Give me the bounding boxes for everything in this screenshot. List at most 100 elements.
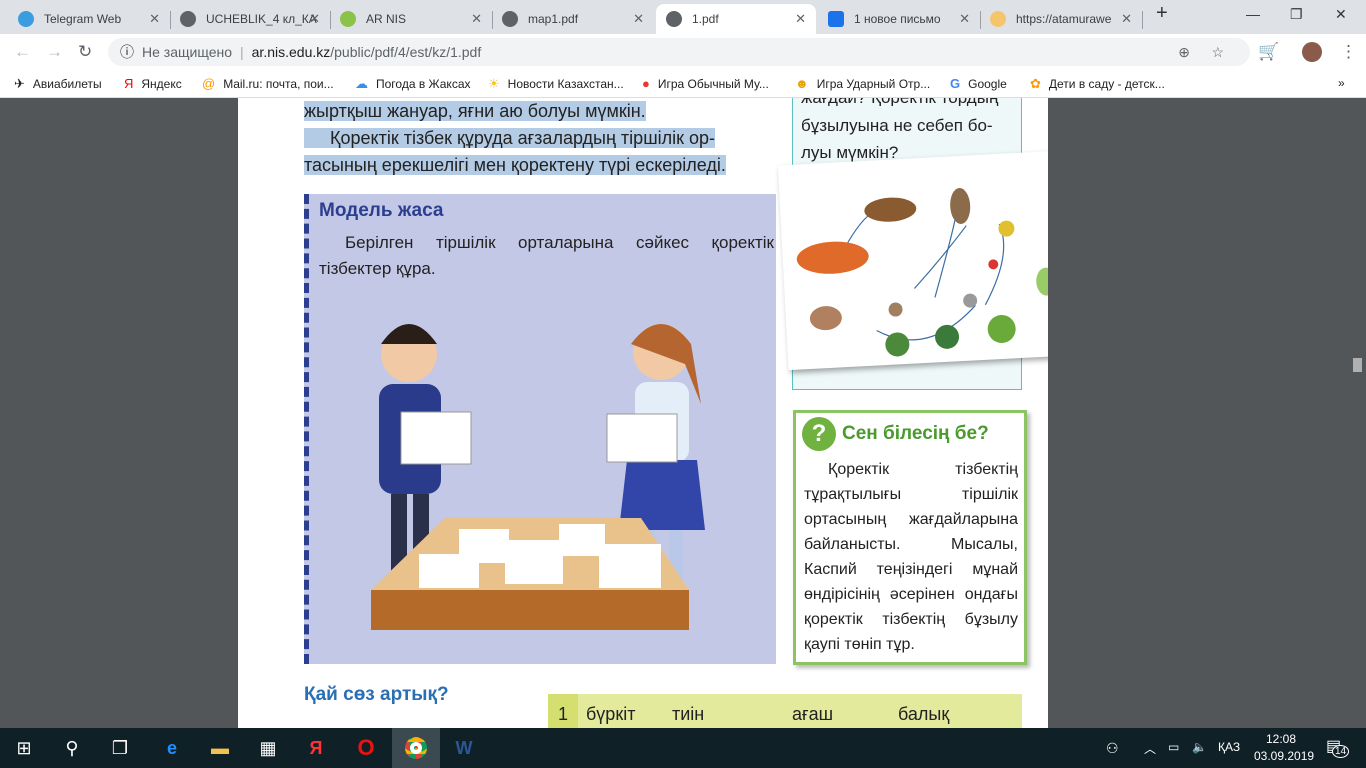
forward-button[interactable]: → xyxy=(46,42,63,62)
back-button[interactable]: ← xyxy=(14,42,31,62)
question-mark-icon: ? xyxy=(802,417,836,451)
task-view-icon[interactable]: ❐ xyxy=(96,728,144,768)
edge-icon[interactable]: e xyxy=(148,728,196,768)
bookmark-aviabilety[interactable]: ✈ Авиабилеты xyxy=(14,76,102,92)
bookmark-igra2[interactable]: ☻ Игра Ударный Отр... xyxy=(795,76,930,91)
yandex-icon: Я xyxy=(124,76,134,91)
more-bookmarks-button[interactable]: » xyxy=(1338,76,1345,90)
tab-label: map1.pdf xyxy=(528,12,579,26)
bookmark-novosti[interactable]: ☀ Новости Казахстан... xyxy=(488,76,624,92)
minimize-button[interactable]: — xyxy=(1246,6,1260,22)
bookmark-label: Игра Обычный Му... xyxy=(657,76,769,91)
close-window-button[interactable]: ✕ xyxy=(1335,6,1347,23)
word-cell: ағаш xyxy=(792,704,834,724)
bookmark-mailru[interactable]: @ Mail.ru: почта, пои... xyxy=(202,76,334,91)
profile-avatar[interactable] xyxy=(1302,42,1322,62)
bookmark-label: Яндекс xyxy=(141,76,182,91)
scrollbar[interactable] xyxy=(1349,98,1366,728)
bookmarks-bar: ✈ Авиабилеты Я Яндекс @ Mail.ru: почта, пои… xyxy=(0,70,1366,98)
chevron-up-icon[interactable]: ︿ xyxy=(1144,740,1156,757)
close-icon[interactable]: ✕ xyxy=(795,11,806,27)
word-cell: балық xyxy=(898,704,950,724)
windows-start-icon[interactable]: ⊞ xyxy=(0,728,48,768)
did-you-know-box: ? Сен білесің бе? Қоректік тізбектің тұр… xyxy=(793,410,1027,665)
atamura-icon xyxy=(990,11,1006,27)
question-text: жағдай? Қоректік тордың xyxy=(793,98,1021,106)
tab-label: 1 новое письмо xyxy=(854,12,941,26)
file-explorer-icon[interactable]: ▬ xyxy=(196,728,244,768)
duck-icon: ☻ xyxy=(795,76,809,91)
cart-extension-icon[interactable]: 🛒 xyxy=(1258,42,1279,62)
bookmark-label: Google xyxy=(968,76,1007,91)
food-web-illustration xyxy=(777,150,1048,371)
close-icon[interactable]: ✕ xyxy=(1121,11,1132,27)
close-icon[interactable]: ✕ xyxy=(471,11,482,27)
chrome-icon[interactable] xyxy=(392,728,440,768)
url-path: /public/pdf/4/est/kz/1.pdf xyxy=(330,44,482,60)
address-bar[interactable]: ⓘ Не защищено | ar.nis.edu.kz/public/pdf… xyxy=(108,38,1250,66)
fox xyxy=(796,241,869,274)
globe-icon xyxy=(666,11,682,27)
word-icon[interactable]: W xyxy=(440,728,488,768)
text-line: Қоректік тізбек құруда ағзалардың тіршіл… xyxy=(304,125,716,152)
store-icon[interactable]: ▦ xyxy=(244,728,292,768)
selected-text: Қоректік тізбек құруда ағзалардың тіршіл… xyxy=(304,128,716,148)
tab-atamura[interactable]: https://atamurawe ✕ xyxy=(980,4,1143,34)
bookmark-label: Погода в Жаксах xyxy=(376,77,471,91)
bookmark-pogoda[interactable]: ☁ Погода в Жаксах xyxy=(355,76,471,92)
bookmark-deti[interactable]: ✿ Дети в саду - детск... xyxy=(1030,76,1165,92)
kids-icon: ✿ xyxy=(1030,76,1041,91)
yandex-browser-icon[interactable]: Я xyxy=(292,728,340,768)
bookmark-igra1[interactable]: ● Игра Обычный Му... xyxy=(642,76,769,91)
tab-ucheblik[interactable]: UCHEBLIK_4 кл_КА ✕ xyxy=(170,4,331,34)
volume-icon[interactable]: 🔈 xyxy=(1192,740,1207,754)
tab-mail[interactable]: 1 новое письмо ✕ xyxy=(818,4,981,34)
tab-label: UCHEBLIK_4 кл_КА xyxy=(206,12,317,26)
tab-telegram[interactable]: Telegram Web ✕ xyxy=(8,4,171,34)
close-icon[interactable]: ✕ xyxy=(633,11,644,27)
scrollbar-thumb[interactable] xyxy=(1353,358,1362,372)
tab-ar-nis[interactable]: AR NIS ✕ xyxy=(330,4,493,34)
info-icon[interactable]: ⓘ xyxy=(120,42,134,62)
section-title: Модель жаса xyxy=(319,200,444,221)
restore-button[interactable]: ❐ xyxy=(1290,6,1303,23)
close-icon[interactable]: ✕ xyxy=(959,11,970,27)
tab-1pdf[interactable]: 1.pdf ✕ xyxy=(656,4,816,34)
star-icon[interactable]: ☆ xyxy=(1211,44,1224,61)
bookmark-google[interactable]: G Google xyxy=(950,76,1007,91)
reload-button[interactable]: ↻ xyxy=(78,42,92,62)
browser-toolbar: ← → ↻ ⓘ Не защищено | ar.nis.edu.kz/publ… xyxy=(0,34,1366,70)
clock-date[interactable]: 03.09.2019 xyxy=(1254,749,1314,763)
people-icon[interactable]: ⚇ xyxy=(1106,740,1119,757)
globe-icon xyxy=(502,11,518,27)
close-icon[interactable]: ✕ xyxy=(149,11,160,27)
search-icon[interactable]: ⚲ xyxy=(48,728,96,768)
tab-map1[interactable]: map1.pdf ✕ xyxy=(492,4,654,34)
bookmark-label: Авиабилеты xyxy=(32,77,102,91)
mail-icon xyxy=(828,11,844,27)
box-title: Сен білесің бе? xyxy=(842,423,989,444)
zoom-icon[interactable]: ⊕ xyxy=(1178,44,1190,61)
plane-icon: ✈ xyxy=(14,76,25,91)
security-label: Не защищено xyxy=(142,44,232,60)
game-icon: ● xyxy=(642,76,650,91)
children-illustration xyxy=(371,324,705,630)
url-host: ar.nis.edu.kz xyxy=(251,44,331,60)
opera-icon[interactable]: O xyxy=(342,728,390,768)
menu-icon[interactable]: ⋮ xyxy=(1340,42,1357,62)
bookmark-label: Игра Ударный Отр... xyxy=(816,76,931,91)
bookmark-label: Дети в саду - детск... xyxy=(1048,77,1165,91)
tab-label: 1.pdf xyxy=(692,12,719,26)
new-tab-button[interactable]: + xyxy=(1156,2,1168,25)
divider xyxy=(1142,11,1143,29)
clock-time[interactable]: 12:08 xyxy=(1266,732,1296,746)
notification-count: 14 xyxy=(1332,745,1350,758)
telegram-icon xyxy=(18,11,34,27)
language-indicator[interactable]: ҚАЗ xyxy=(1218,740,1240,754)
selected-text: тасының ерекшелігі мен қоректену түрі ес… xyxy=(304,155,726,175)
word-cell: бүркіт xyxy=(586,704,636,724)
bookmark-yandex[interactable]: Я Яндекс xyxy=(124,76,182,91)
close-icon[interactable]: ✕ xyxy=(309,11,320,27)
box-text: Қоректік тізбектің тұрақтылығы тіршілік … xyxy=(804,461,1018,653)
battery-icon[interactable]: ▭ xyxy=(1168,740,1179,754)
